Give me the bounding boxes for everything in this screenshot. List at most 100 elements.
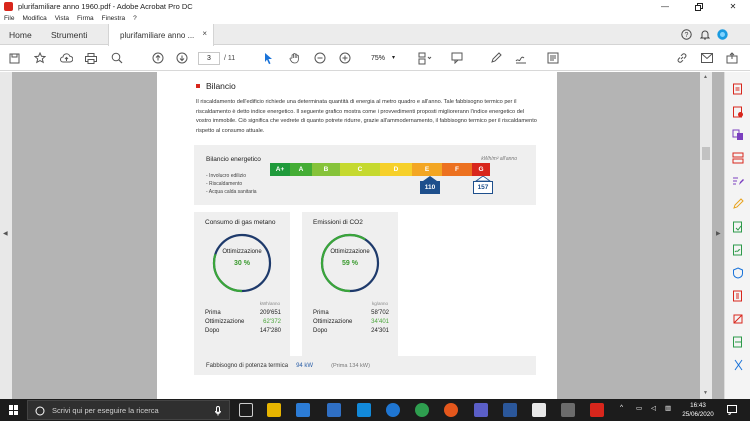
word-icon[interactable] (503, 403, 517, 417)
tab-document[interactable]: plurifamiliare anno ... × (108, 24, 214, 46)
scroll-down-icon[interactable]: ▼ (703, 390, 708, 396)
teams-icon[interactable] (474, 403, 488, 417)
page-number-input[interactable]: 3 (198, 52, 220, 65)
energy-class-scale: A+ A B C D E F G (270, 163, 490, 176)
previous-page-icon[interactable] (151, 51, 165, 65)
network-icon[interactable]: ▭ (636, 404, 642, 412)
taskbar-clock[interactable]: 16:43 25/06/2020 (678, 401, 718, 419)
task-view-icon[interactable] (239, 403, 253, 417)
gas-row-label: Dopo (205, 328, 220, 334)
taskbar-search-placeholder: Scrivi qui per eseguire la ricerca (52, 405, 159, 415)
tray-chevron-up-icon[interactable]: ^ (620, 404, 623, 411)
protect-icon[interactable] (732, 267, 744, 279)
comment-tool-icon[interactable] (732, 198, 744, 210)
document-viewport[interactable]: ◀ Bilancio Il riscaldamento dell'edifici… (0, 72, 724, 399)
fill-sign-icon[interactable] (514, 51, 528, 65)
energy-before-value: 157 (473, 181, 493, 194)
right-panel-toggle-icon[interactable]: ▶ (716, 230, 721, 237)
vertical-scrollbar[interactable]: ▲ ▼ (700, 72, 712, 399)
tab-tools[interactable]: Strumenti (51, 24, 87, 45)
create-pdf-icon[interactable] (732, 106, 744, 118)
outlook-icon[interactable] (327, 403, 341, 417)
co2-row-label: Dopo (313, 328, 328, 334)
cloud-upload-icon[interactable] (59, 51, 73, 65)
teams-like-app-icon[interactable] (357, 403, 371, 417)
notifications-bell-icon[interactable] (698, 28, 711, 41)
fill-sign-tool-icon[interactable] (732, 221, 744, 233)
store-icon[interactable] (296, 403, 310, 417)
volume-icon[interactable]: ◁ (651, 404, 656, 412)
chrome-browser-icon[interactable] (415, 403, 429, 417)
notification-center-icon[interactable] (727, 405, 737, 415)
help-icon[interactable]: ? (680, 28, 693, 41)
export-pdf-icon[interactable] (732, 83, 744, 95)
more-tools-icon[interactable] (546, 51, 560, 65)
gas-row-value: 147'280 (259, 328, 281, 334)
send-for-signature-icon[interactable] (732, 244, 744, 256)
user-avatar[interactable] (716, 28, 729, 41)
email-icon[interactable] (700, 51, 714, 65)
svg-text:?: ? (685, 32, 689, 39)
menu-modifica[interactable]: Modifica (22, 15, 46, 22)
highlight-pen-icon[interactable] (489, 51, 503, 65)
edge-browser-icon[interactable] (386, 403, 400, 417)
page-layout-icon[interactable] (418, 51, 432, 65)
firefox-browser-icon[interactable] (444, 403, 458, 417)
title-bar: plurifamiliare anno 1960.pdf - Adobe Acr… (0, 0, 750, 13)
maximize-button[interactable] (682, 0, 716, 13)
clock-date: 25/06/2020 (682, 411, 714, 418)
image-viewer-icon[interactable] (561, 403, 575, 417)
zoom-level-select[interactable]: 75% ▾ (363, 52, 397, 65)
gas-row-label: Ottimizzazione (205, 319, 245, 325)
gas-row-value: 62'372 (263, 319, 281, 325)
energy-class-aplus: A+ (270, 163, 290, 176)
minimize-button[interactable]: — (648, 0, 682, 13)
scrollbar-thumb[interactable] (702, 147, 710, 160)
share-icon[interactable] (725, 51, 739, 65)
windows-start-icon[interactable] (9, 405, 19, 415)
main-toolbar: 3 / 11 75% ▾ (0, 46, 750, 71)
energy-class-d: D (380, 163, 412, 176)
co2-card-title: Emissioni di CO2 (313, 219, 363, 226)
gas-consumption-card: Consumo di gas metano Ottimizzazione 30 … (194, 212, 290, 370)
photos-app-icon[interactable] (532, 403, 546, 417)
left-panel-toggle[interactable]: ◀ (0, 72, 12, 399)
microphone-icon[interactable] (215, 406, 221, 416)
edit-pdf-icon[interactable] (732, 175, 744, 187)
combine-files-icon[interactable] (732, 129, 744, 141)
close-tab-icon[interactable]: × (202, 29, 207, 38)
comment-icon[interactable] (450, 51, 464, 65)
hand-tool-icon[interactable] (288, 51, 302, 65)
language-icon[interactable]: ▥ (665, 404, 671, 412)
redact-icon[interactable] (732, 313, 744, 325)
organize-pages-icon[interactable] (732, 152, 744, 164)
optimize-pdf-icon[interactable] (732, 290, 744, 302)
windows-taskbar: Scrivi qui per eseguire la ricerca ^ ▭ ◁… (0, 399, 750, 421)
next-page-icon[interactable] (175, 51, 189, 65)
zoom-out-icon[interactable] (313, 51, 327, 65)
menu-vista[interactable]: Vista (55, 15, 69, 22)
more-right-tools-icon[interactable] (732, 359, 744, 371)
menu-file[interactable]: File (4, 15, 14, 22)
energy-item-envelope: - Involucro edilizio (206, 173, 247, 179)
link-icon[interactable] (675, 51, 689, 65)
acrobat-taskbar-icon[interactable] (590, 403, 604, 417)
bookmark-star-icon[interactable] (33, 51, 47, 65)
select-cursor-icon[interactable] (262, 51, 276, 65)
menu-help[interactable]: ? (133, 15, 137, 22)
scroll-up-icon[interactable]: ▲ (703, 74, 708, 80)
scan-ocr-icon[interactable] (732, 336, 744, 348)
chevron-down-icon: ▾ (391, 55, 395, 61)
save-icon[interactable] (7, 51, 21, 65)
print-icon[interactable] (84, 51, 98, 65)
search-zoom-icon[interactable] (110, 51, 124, 65)
energy-after-value: 110 (420, 181, 440, 194)
menu-finestra[interactable]: Finestra (102, 15, 125, 22)
file-explorer-icon[interactable] (267, 403, 281, 417)
close-window-button[interactable]: ✕ (716, 0, 750, 13)
zoom-in-icon[interactable] (338, 51, 352, 65)
tab-home[interactable]: Home (9, 24, 32, 45)
co2-row-label: Prima (313, 310, 329, 316)
menu-firma[interactable]: Firma (77, 15, 94, 22)
taskbar-search-box[interactable]: Scrivi qui per eseguire la ricerca (27, 400, 230, 420)
